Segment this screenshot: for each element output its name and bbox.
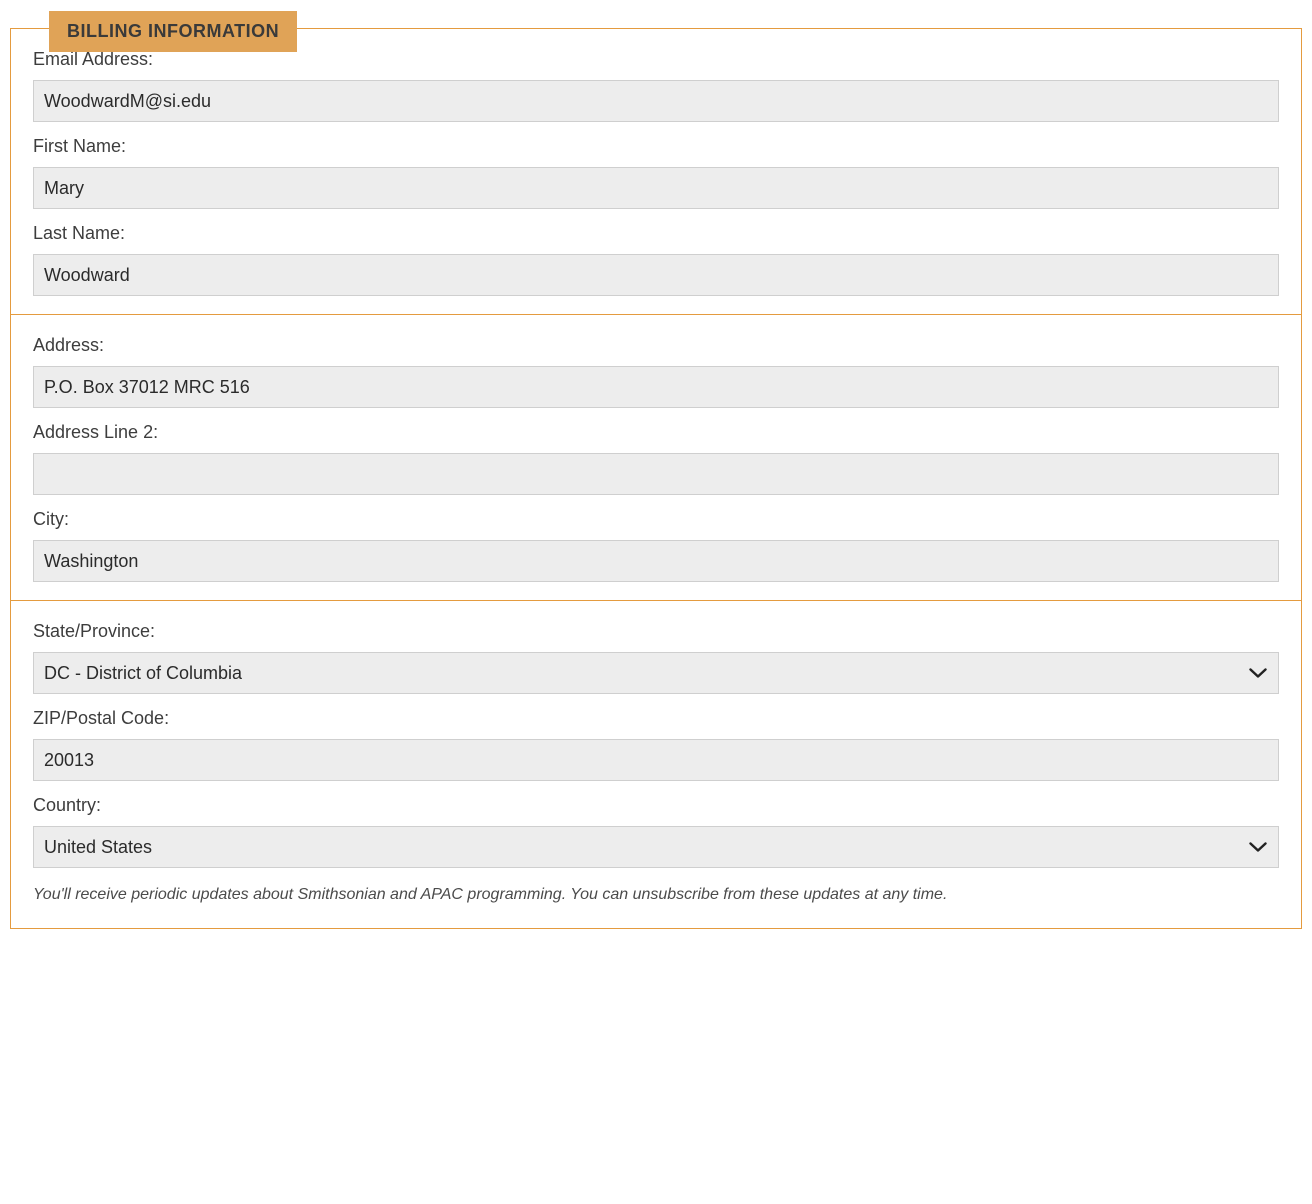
- billing-information-fieldset: BILLING INFORMATION Email Address: First…: [10, 28, 1302, 929]
- zip-field[interactable]: [33, 739, 1279, 781]
- state-field-wrap: State/Province: DC - District of Columbi…: [33, 621, 1279, 694]
- country-select-wrap: United States: [33, 826, 1279, 868]
- address2-label: Address Line 2:: [33, 422, 1279, 443]
- last-name-label: Last Name:: [33, 223, 1279, 244]
- first-name-field[interactable]: [33, 167, 1279, 209]
- subscription-note: You'll receive periodic updates about Sm…: [33, 886, 1279, 904]
- country-field-wrap: Country: United States: [33, 795, 1279, 868]
- billing-information-legend: BILLING INFORMATION: [49, 11, 297, 52]
- email-field[interactable]: [33, 80, 1279, 122]
- address-field-wrap: Address:: [33, 335, 1279, 408]
- zip-field-wrap: ZIP/Postal Code:: [33, 708, 1279, 781]
- state-label: State/Province:: [33, 621, 1279, 642]
- last-name-field[interactable]: [33, 254, 1279, 296]
- country-select[interactable]: United States: [33, 826, 1279, 868]
- city-label: City:: [33, 509, 1279, 530]
- zip-label: ZIP/Postal Code:: [33, 708, 1279, 729]
- address2-field[interactable]: [33, 453, 1279, 495]
- address2-field-wrap: Address Line 2:: [33, 422, 1279, 495]
- state-select[interactable]: DC - District of Columbia: [33, 652, 1279, 694]
- name-email-section: Email Address: First Name: Last Name:: [11, 29, 1301, 314]
- address-label: Address:: [33, 335, 1279, 356]
- region-section: State/Province: DC - District of Columbi…: [11, 600, 1301, 928]
- address-section: Address: Address Line 2: City:: [11, 314, 1301, 600]
- address-field[interactable]: [33, 366, 1279, 408]
- first-name-field-wrap: First Name:: [33, 136, 1279, 209]
- country-label: Country:: [33, 795, 1279, 816]
- state-select-wrap: DC - District of Columbia: [33, 652, 1279, 694]
- email-label: Email Address:: [33, 49, 1279, 70]
- city-field[interactable]: [33, 540, 1279, 582]
- first-name-label: First Name:: [33, 136, 1279, 157]
- email-field-wrap: Email Address:: [33, 49, 1279, 122]
- last-name-field-wrap: Last Name:: [33, 223, 1279, 296]
- city-field-wrap: City:: [33, 509, 1279, 582]
